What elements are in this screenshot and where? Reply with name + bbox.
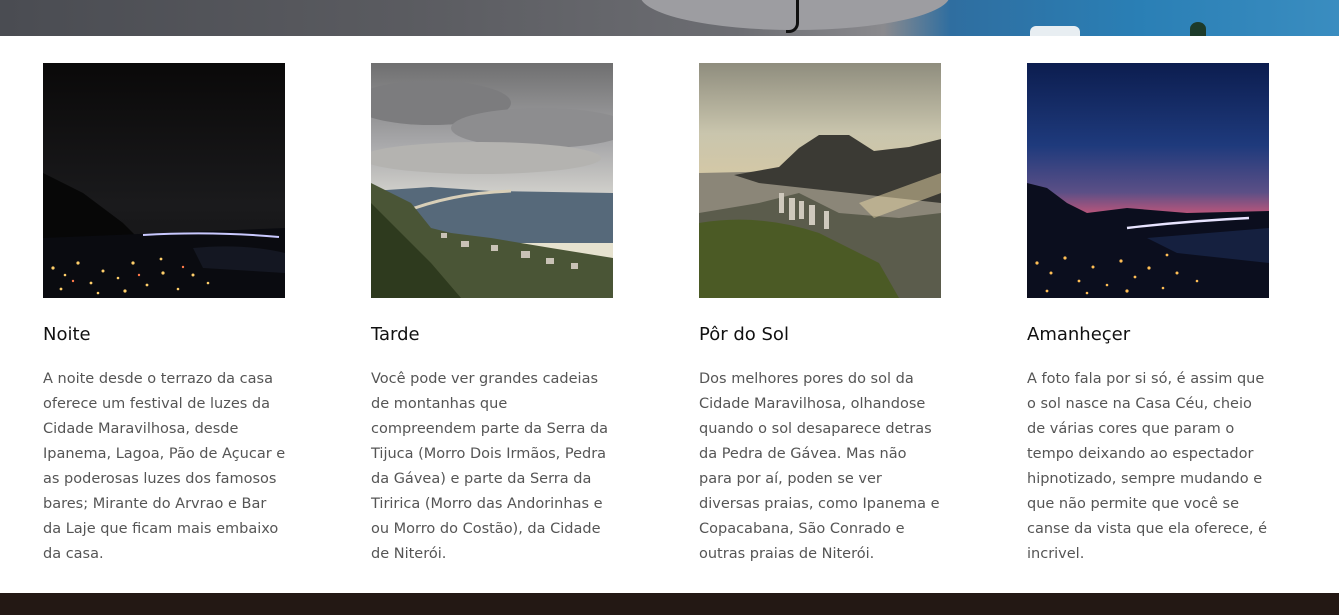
card-noite: Noite A noite desde o terrazo da casa of… — [43, 63, 293, 567]
card-por-do-sol: Pôr do Sol Dos melhores pores do sol da … — [699, 63, 949, 567]
card-description: A foto fala por si só, é assim que o sol… — [1027, 371, 1268, 562]
card-description: A noite desde o terrazo da casa oferece … — [43, 371, 286, 562]
card-amanhecer: Amanheçer A foto fala por si só, é assim… — [1027, 63, 1277, 567]
card-description: Dos melhores pores do sol da Cidade Mara… — [699, 371, 940, 562]
card-description: Você pode ver grandes cadeias de montanh… — [371, 371, 609, 562]
night-city-photo — [43, 63, 285, 298]
card-title: Noite — [43, 324, 91, 345]
footer-bar — [0, 593, 1339, 615]
banner-cord-shape — [786, 0, 799, 33]
card-title: Pôr do Sol — [699, 324, 789, 345]
afternoon-coast-photo — [371, 63, 613, 298]
banner-tree-shape — [1190, 22, 1206, 36]
card-title: Tarde — [371, 324, 420, 345]
card-tarde: Tarde Você pode ver grandes cadeias de m… — [371, 63, 621, 567]
dawn-sky-photo — [1027, 63, 1269, 298]
banner-boat-shape — [1030, 26, 1080, 36]
sunset-mountain-photo — [699, 63, 941, 298]
top-banner-image — [0, 0, 1339, 36]
card-title: Amanheçer — [1027, 324, 1131, 345]
